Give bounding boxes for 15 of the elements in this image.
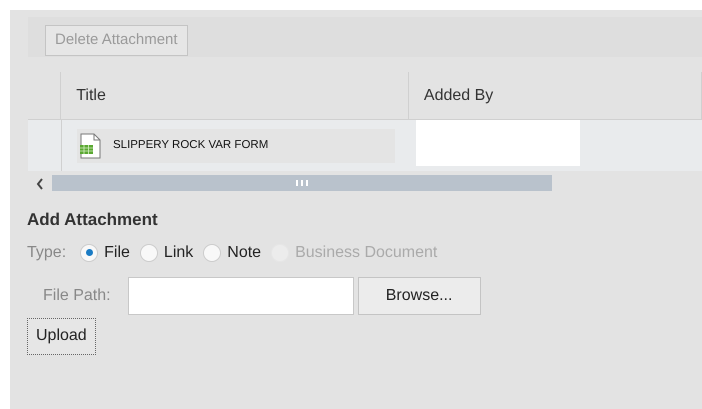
upload-button[interactable]: Upload [27,318,96,354]
column-header[interactable]: Added By [408,72,702,119]
column-header[interactable]: Title [61,72,409,119]
type-radio-option[interactable]: File [80,240,130,264]
type-radio-option[interactable]: Link [140,240,194,264]
type-label: Type: [27,242,66,262]
file-path-label: File Path: [43,286,111,306]
grip-icon [296,180,308,186]
browse-button[interactable]: Browse... [358,276,481,314]
spreadsheet-file-icon [79,132,101,158]
scroll-left-icon[interactable] [36,178,44,190]
type-radio-option[interactable]: Note [203,240,262,264]
scrollbar-thumb[interactable] [52,175,552,191]
section-heading: Add Attachment [27,209,159,231]
file-path-field[interactable] [128,276,354,314]
